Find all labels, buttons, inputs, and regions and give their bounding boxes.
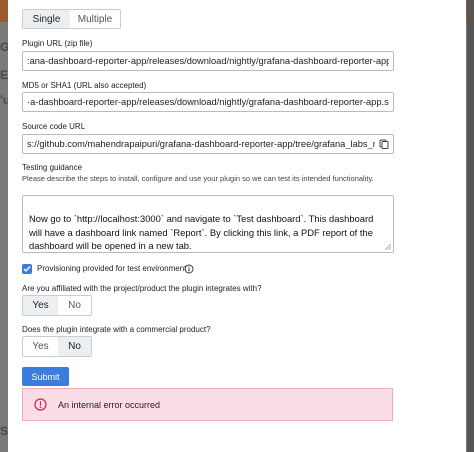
plugin-url-value: :ana-dashboard-reporter-app/releases/dow… — [27, 56, 389, 66]
affiliated-yes-option[interactable]: Yes — [23, 296, 58, 315]
submit-button[interactable]: Submit — [22, 367, 69, 386]
source-code-value: s://github.com/mahendrapaipuri/grafana-d… — [27, 139, 375, 149]
plugin-url-label: Plugin URL (zip file) — [22, 39, 93, 48]
checkmark-icon — [23, 266, 31, 273]
mode-single-option[interactable]: Single — [23, 10, 70, 28]
background-edge — [467, 0, 474, 452]
affiliated-label: Are you affiliated with the project/prod… — [22, 284, 262, 293]
testing-guidance-textarea[interactable]: Now go to `http://localhost:3000` and na… — [22, 195, 394, 253]
hash-value: ·a-dashboard-reporter-app/releases/downl… — [27, 97, 389, 107]
mode-toggle: Single Multiple — [22, 9, 121, 29]
hash-field[interactable]: ·a-dashboard-reporter-app/releases/downl… — [22, 92, 394, 112]
resize-grip-icon[interactable] — [385, 244, 391, 250]
source-code-field[interactable]: s://github.com/mahendrapaipuri/grafana-d… — [22, 134, 394, 154]
commercial-toggle: Yes No — [22, 336, 92, 357]
provisioning-label: Provisioning provided for test environme… — [37, 264, 187, 273]
copy-icon[interactable] — [379, 139, 389, 149]
error-alert: An internal error occurred — [22, 388, 393, 421]
submission-modal: Single Multiple Plugin URL (zip file) :a… — [8, 0, 466, 452]
source-code-label: Source code URL — [22, 122, 86, 131]
provisioning-checkbox[interactable] — [22, 264, 32, 274]
plugin-url-field[interactable]: :ana-dashboard-reporter-app/releases/dow… — [22, 51, 394, 71]
info-icon[interactable] — [184, 264, 194, 274]
affiliated-no-option[interactable]: No — [58, 296, 91, 315]
commercial-label: Does the plugin integrate with a commerc… — [22, 325, 211, 334]
commercial-no-option[interactable]: No — [58, 337, 91, 356]
testing-guidance-hint: Please describe the steps to install, co… — [22, 174, 374, 183]
hash-label: MD5 or SHA1 (URL also accepted) — [22, 81, 147, 90]
background-text: E — [0, 68, 9, 82]
error-message: An internal error occurred — [58, 399, 161, 410]
background-text: S — [0, 424, 9, 438]
mode-multiple-option[interactable]: Multiple — [70, 10, 120, 28]
affiliated-toggle: Yes No — [22, 295, 92, 316]
error-circle-icon — [34, 398, 47, 411]
testing-guidance-value: Now go to `http://localhost:3000` and na… — [29, 213, 374, 251]
commercial-yes-option[interactable]: Yes — [23, 337, 58, 356]
testing-guidance-label: Testing guidance — [22, 163, 83, 172]
